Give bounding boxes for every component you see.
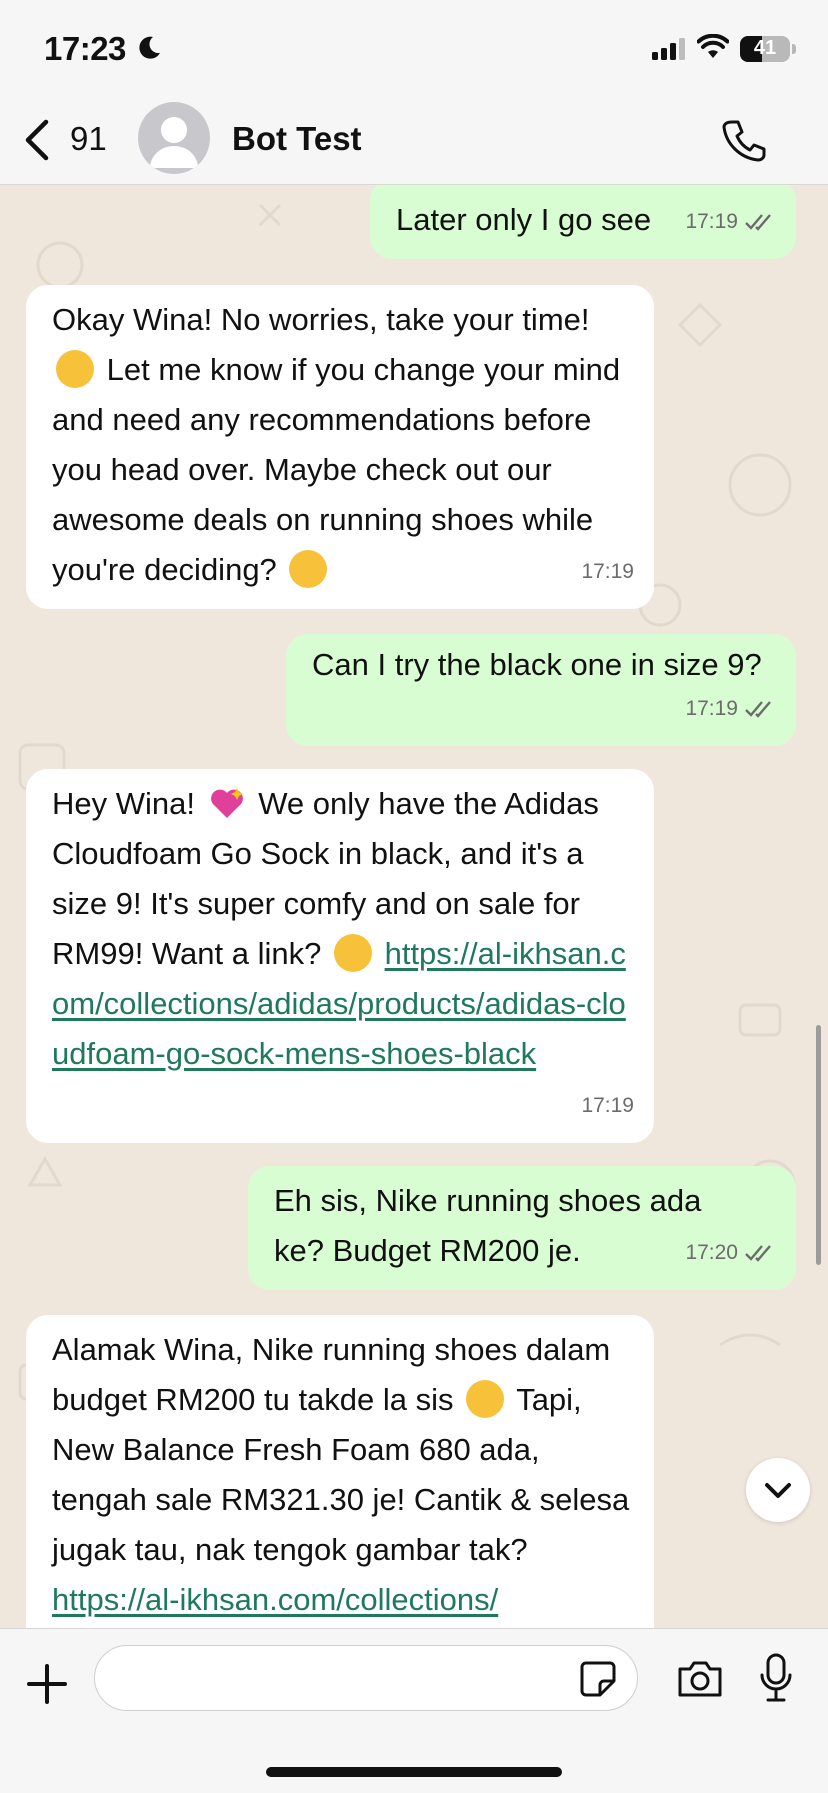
message-text-part: Okay Wina! No worries, take your time! bbox=[52, 302, 590, 337]
cellular-signal-icon bbox=[652, 38, 685, 60]
sparkling-heart-emoji bbox=[210, 788, 243, 818]
unread-count[interactable]: 91 bbox=[70, 120, 107, 158]
message-meta: 17:20 bbox=[685, 1228, 776, 1278]
message-incoming[interactable]: Alamak Wina, Nike running shoes dalam bu… bbox=[26, 1315, 654, 1628]
sticker-icon[interactable] bbox=[578, 1659, 618, 1699]
message-outgoing[interactable]: Eh sis, Nike running shoes ada ke? Budge… bbox=[248, 1166, 796, 1290]
scrollbar[interactable] bbox=[816, 1025, 821, 1265]
phone-call-icon[interactable] bbox=[722, 118, 766, 162]
battery-tip bbox=[792, 44, 796, 54]
moon-icon bbox=[139, 36, 160, 59]
loudly-crying-face-emoji bbox=[466, 1380, 505, 1418]
scroll-to-bottom-button[interactable] bbox=[746, 1458, 810, 1522]
read-ticks-icon bbox=[745, 1245, 771, 1262]
message-meta: 17:19 bbox=[581, 1081, 634, 1131]
message-text: Hey Wina! We only have the Adidas Cloudf… bbox=[52, 769, 632, 1079]
message-time: 17:19 bbox=[581, 1094, 634, 1117]
contact-avatar[interactable] bbox=[138, 102, 210, 174]
product-link[interactable]: https://al-ikhsan.com/collections/ bbox=[52, 1582, 498, 1617]
chevron-down-icon bbox=[765, 1483, 791, 1498]
winking-face-emoji bbox=[289, 550, 328, 588]
message-meta: 17:19 bbox=[581, 547, 634, 597]
message-input[interactable] bbox=[94, 1645, 638, 1711]
message-outgoing[interactable]: Can I try the black one in size 9? 17:19 bbox=[286, 634, 796, 746]
message-text-part: Let me know if you change your mind and … bbox=[52, 352, 621, 587]
message-time: 17:19 bbox=[581, 560, 634, 583]
home-indicator bbox=[266, 1767, 562, 1777]
message-time: 17:19 bbox=[685, 210, 738, 233]
message-meta: 17:19 bbox=[685, 684, 776, 734]
message-text: Can I try the black one in size 9? bbox=[312, 647, 762, 682]
message-text: Alamak Wina, Nike running shoes dalam bu… bbox=[52, 1315, 636, 1625]
read-ticks-icon bbox=[745, 214, 771, 231]
message-time: 17:20 bbox=[685, 1241, 738, 1264]
message-meta: 17:19 bbox=[685, 197, 776, 247]
person-icon bbox=[150, 117, 198, 168]
message-incoming[interactable]: Hey Wina! We only have the Adidas Cloudf… bbox=[26, 769, 654, 1143]
wifi-icon bbox=[697, 34, 729, 58]
message-incoming[interactable]: Okay Wina! No worries, take your time! L… bbox=[26, 285, 654, 609]
message-outgoing[interactable]: Later only I go see 17:19 bbox=[370, 185, 796, 259]
winking-face-emoji bbox=[333, 934, 372, 972]
plus-icon[interactable] bbox=[26, 1663, 68, 1705]
camera-icon[interactable] bbox=[676, 1659, 724, 1699]
contact-name[interactable]: Bot Test bbox=[232, 120, 362, 158]
back-chevron-icon[interactable] bbox=[22, 118, 52, 162]
microphone-icon[interactable] bbox=[758, 1653, 794, 1703]
message-text: Okay Wina! No worries, take your time! L… bbox=[52, 285, 636, 595]
read-ticks-icon bbox=[745, 701, 771, 718]
composer-bar bbox=[0, 1628, 828, 1793]
chat-header: 91 Bot Test bbox=[0, 96, 828, 185]
hugging-face-emoji bbox=[56, 350, 94, 388]
chat-messages[interactable]: Later only I go see 17:19 Okay Wina! No … bbox=[0, 185, 828, 1628]
message-time: 17:19 bbox=[685, 697, 738, 720]
battery-level: 41 bbox=[753, 37, 777, 59]
status-bar: 17:23 41 bbox=[0, 0, 828, 96]
status-time: 17:23 bbox=[44, 30, 126, 67]
message-text: Eh sis, Nike running shoes ada ke? Budge… bbox=[274, 1183, 702, 1268]
message-text-part: Hey Wina! bbox=[52, 786, 204, 821]
battery-icon: 41 bbox=[740, 36, 790, 62]
